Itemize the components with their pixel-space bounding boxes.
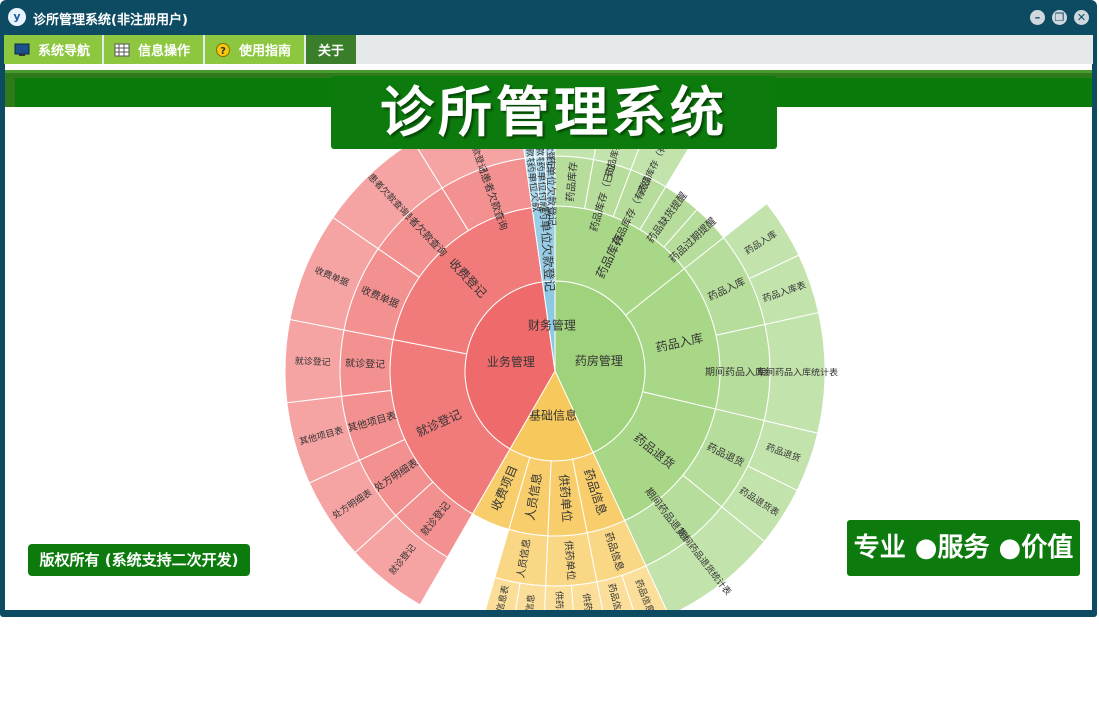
grid-icon [114,43,130,57]
minimize-icon[interactable]: – [1030,10,1045,25]
menu-tab-label: 系统导航 [38,44,91,59]
window-title: 诊所管理系统(非注册用户) [33,13,188,28]
menu-tab-user-guide[interactable]: ? 使用指南 [205,35,306,64]
sunburst-sector-label: 业务管理 [487,354,535,369]
menu-tab-system-nav[interactable]: 系统导航 [4,35,104,64]
app-logo-icon: y [8,8,26,26]
svg-text:?: ? [220,46,226,57]
sunburst-leaf-label: 供药单位表 [553,591,566,610]
copyright-label: 版权所有 (系统支持二次开发) [28,544,250,576]
menu-tab-info-ops[interactable]: 信息操作 [104,35,205,64]
app-window: y 诊所管理系统(非注册用户) – ❐ ✕ 系统导航 信息操作 ? 使用指南 关… [0,0,1097,617]
menu-bar: 系统导航 信息操作 ? 使用指南 关于 [4,35,1093,64]
menu-tab-about[interactable]: 关于 [306,35,358,64]
monitor-icon [14,43,30,57]
menu-tab-label: 关于 [318,44,345,59]
sunburst-leaf-label: 期间药品入库统计表 [757,366,838,379]
sunburst-sector-label: 基础信息 [529,407,577,422]
menu-tab-label: 信息操作 [138,44,191,59]
slogan-label: 专业 ●服务 ●价值 [847,520,1080,576]
restore-icon[interactable]: ❐ [1052,10,1067,25]
system-banner: 诊所管理系统 [331,76,777,149]
help-icon: ? [215,42,231,57]
menu-tab-label: 使用指南 [239,44,292,59]
close-icon[interactable]: ✕ [1074,10,1089,25]
sunburst-sector-label: 药房管理 [575,353,623,368]
main-content: 药房管理药品库存药品库存药品库存药品库存（已过期）药品库存（已过期）药品库存（有… [5,64,1092,610]
title-bar: y 诊所管理系统(非注册用户) – ❐ ✕ [0,0,1097,35]
sunburst-sector-label: 财务管理 [528,318,576,333]
